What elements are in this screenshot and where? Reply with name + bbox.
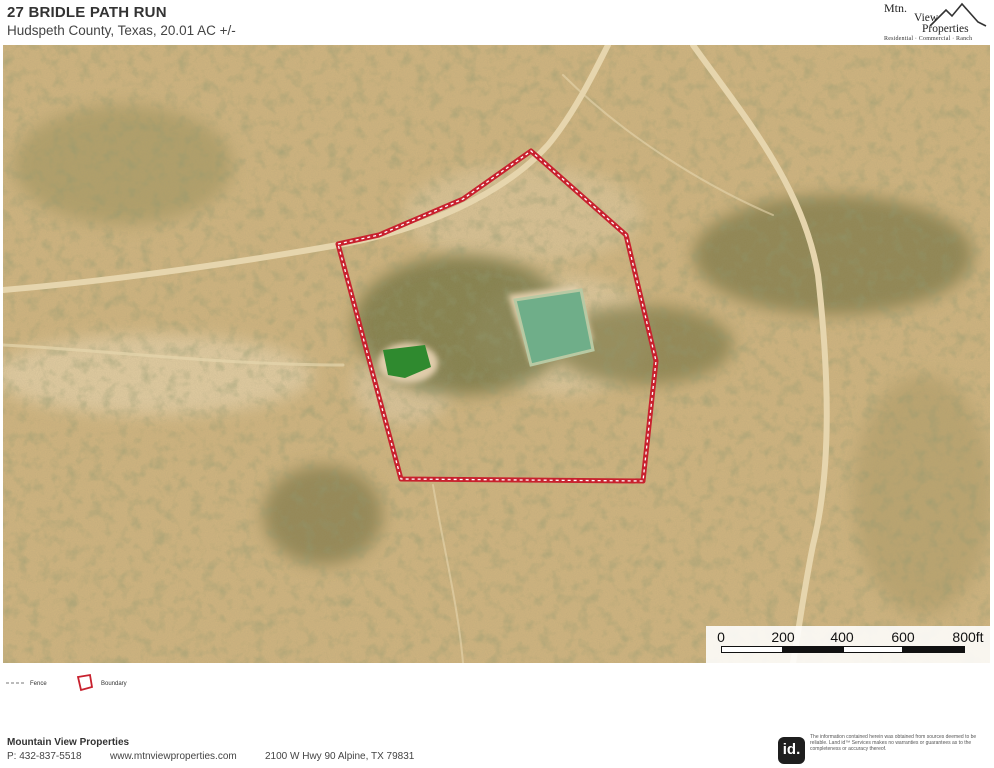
footer-address: 2100 W Hwy 90 Alpine, TX 79831 (265, 751, 415, 762)
ground-texture (3, 45, 990, 663)
boundary-polygon-icon (76, 673, 94, 692)
satellite-map[interactable]: 0 200 400 600 800ft (3, 45, 990, 663)
scale-label-0: 0 (717, 629, 725, 645)
logo-tagline: Residential · Commercial · Ranch (884, 36, 973, 42)
scale-label-200: 200 (771, 629, 795, 645)
legend-label-fence: Fence (30, 681, 47, 687)
footer-disclaimer: The information contained herein was obt… (810, 734, 977, 752)
scale-label-600: 600 (891, 629, 915, 645)
scale-segment (903, 646, 965, 653)
footer-company-name: Mountain View Properties (7, 737, 130, 748)
land-id-logo: id. (778, 737, 805, 764)
pond-east (513, 288, 595, 367)
fence-line-icon (6, 682, 24, 684)
satellite-imagery (3, 45, 990, 663)
logo-text-line3: Properties (922, 23, 969, 35)
company-logo: Mtn. View Properties Residential · Comme… (878, 0, 990, 44)
legend-label-boundary: Boundary (101, 681, 127, 687)
scale-segment (783, 646, 843, 653)
map-subtitle: Hudspeth County, Texas, 20.01 AC +/- (7, 23, 236, 38)
logo-text-line1: Mtn. (884, 1, 908, 15)
scale-label-400: 400 (830, 629, 854, 645)
map-title: 27 BRIDLE PATH RUN (7, 4, 167, 21)
scale-bar: 0 200 400 600 800ft (706, 626, 990, 663)
scale-label-800ft: 800ft (952, 629, 984, 645)
scale-segment (843, 646, 903, 653)
scale-segment (721, 646, 783, 653)
footer-website-link[interactable]: www.mtnviewproperties.com (110, 751, 237, 762)
footer-phone: P: 432-837-5518 (7, 751, 82, 762)
